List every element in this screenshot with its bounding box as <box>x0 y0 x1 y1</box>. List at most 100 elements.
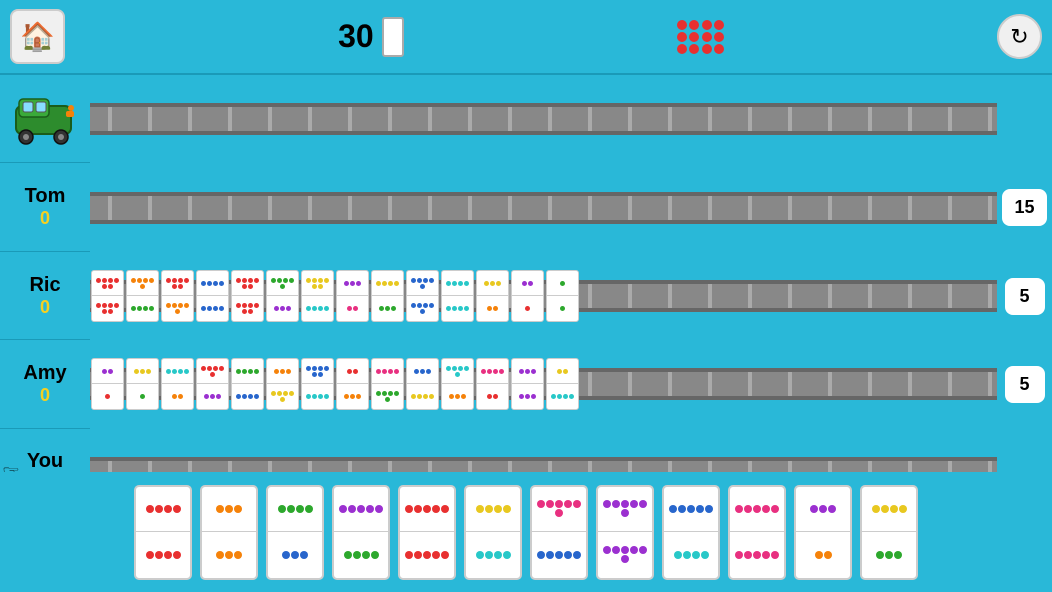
refresh-button[interactable]: ↻ <box>997 14 1042 59</box>
dot <box>481 369 486 374</box>
domino-bottom-half <box>267 384 298 409</box>
domino-bottom-half <box>302 384 333 409</box>
dot <box>485 505 493 513</box>
dot <box>278 505 286 513</box>
dot <box>394 281 399 286</box>
domino-top-half <box>232 359 263 384</box>
dot <box>102 309 107 314</box>
dot <box>312 284 317 289</box>
domino-top-half <box>202 487 256 533</box>
amy-name: Amy <box>23 362 66 385</box>
dot <box>455 394 460 399</box>
domino[interactable] <box>728 485 786 580</box>
dot <box>692 551 700 559</box>
dot <box>143 306 148 311</box>
dot <box>296 505 304 513</box>
domino[interactable] <box>266 485 324 580</box>
domino-bottom-half <box>162 384 193 409</box>
hand-area <box>0 472 1052 592</box>
domino-top-half <box>547 359 578 384</box>
domino[interactable] <box>596 485 654 580</box>
dot <box>318 306 323 311</box>
domino <box>476 358 509 410</box>
dot <box>114 303 119 308</box>
dot <box>493 394 498 399</box>
dot <box>423 278 428 283</box>
ric-domino-row <box>90 252 997 340</box>
dot <box>318 366 323 371</box>
dot <box>464 366 469 371</box>
domino-top-half <box>302 359 333 384</box>
domino-top-half <box>197 359 228 384</box>
domino[interactable] <box>464 485 522 580</box>
dot <box>696 505 704 513</box>
dot <box>146 369 151 374</box>
dot <box>411 394 416 399</box>
dot <box>300 551 308 559</box>
dot <box>426 369 431 374</box>
dot <box>108 309 113 314</box>
dot <box>289 278 294 283</box>
dot <box>283 278 288 283</box>
amy-badge: 5 <box>997 340 1052 428</box>
dot <box>452 306 457 311</box>
dot <box>143 278 148 283</box>
dot <box>405 551 413 559</box>
domino-bottom-half <box>92 384 123 409</box>
domino-bottom-half <box>664 532 718 577</box>
dot <box>353 306 358 311</box>
domino[interactable] <box>200 485 258 580</box>
dot <box>603 500 611 508</box>
dot <box>564 500 572 508</box>
domino <box>336 358 369 410</box>
dot <box>683 551 691 559</box>
dot <box>555 551 563 559</box>
dot <box>242 369 247 374</box>
domino-top-half <box>442 271 473 296</box>
dot <box>184 369 189 374</box>
domino-top-half <box>407 359 438 384</box>
domino-bottom-half <box>372 384 403 409</box>
domino[interactable] <box>398 485 456 580</box>
dot <box>254 303 259 308</box>
home-button[interactable]: 🏠 <box>10 9 65 64</box>
domino-bottom-half <box>730 532 784 577</box>
dot <box>287 505 295 513</box>
dot <box>213 281 218 286</box>
dot <box>687 505 695 513</box>
dot <box>289 391 294 396</box>
dot <box>102 278 107 283</box>
domino[interactable] <box>332 485 390 580</box>
domino-bottom-half <box>372 296 403 321</box>
dot <box>432 551 440 559</box>
dot <box>225 551 233 559</box>
dot <box>677 44 687 54</box>
dot <box>531 394 536 399</box>
domino-top-half <box>477 359 508 384</box>
domino[interactable] <box>662 485 720 580</box>
domino-bottom-half <box>547 384 578 409</box>
dot <box>271 278 276 283</box>
domino-bottom-half <box>407 384 438 409</box>
domino-top-half <box>796 487 850 533</box>
domino[interactable] <box>860 485 918 580</box>
dot <box>555 509 563 517</box>
dot <box>312 366 317 371</box>
score-display: 30 <box>338 17 404 57</box>
dot <box>496 281 501 286</box>
dot <box>166 303 171 308</box>
domino-bottom-half <box>302 296 333 321</box>
dot <box>881 505 889 513</box>
dot <box>213 306 218 311</box>
dot <box>207 306 212 311</box>
dot <box>828 505 836 513</box>
dot <box>306 278 311 283</box>
domino[interactable] <box>134 485 192 580</box>
domino[interactable] <box>794 485 852 580</box>
domino-top-half <box>477 271 508 296</box>
domino <box>301 358 334 410</box>
dot <box>762 505 770 513</box>
dot <box>753 551 761 559</box>
dot <box>172 284 177 289</box>
domino[interactable] <box>530 485 588 580</box>
